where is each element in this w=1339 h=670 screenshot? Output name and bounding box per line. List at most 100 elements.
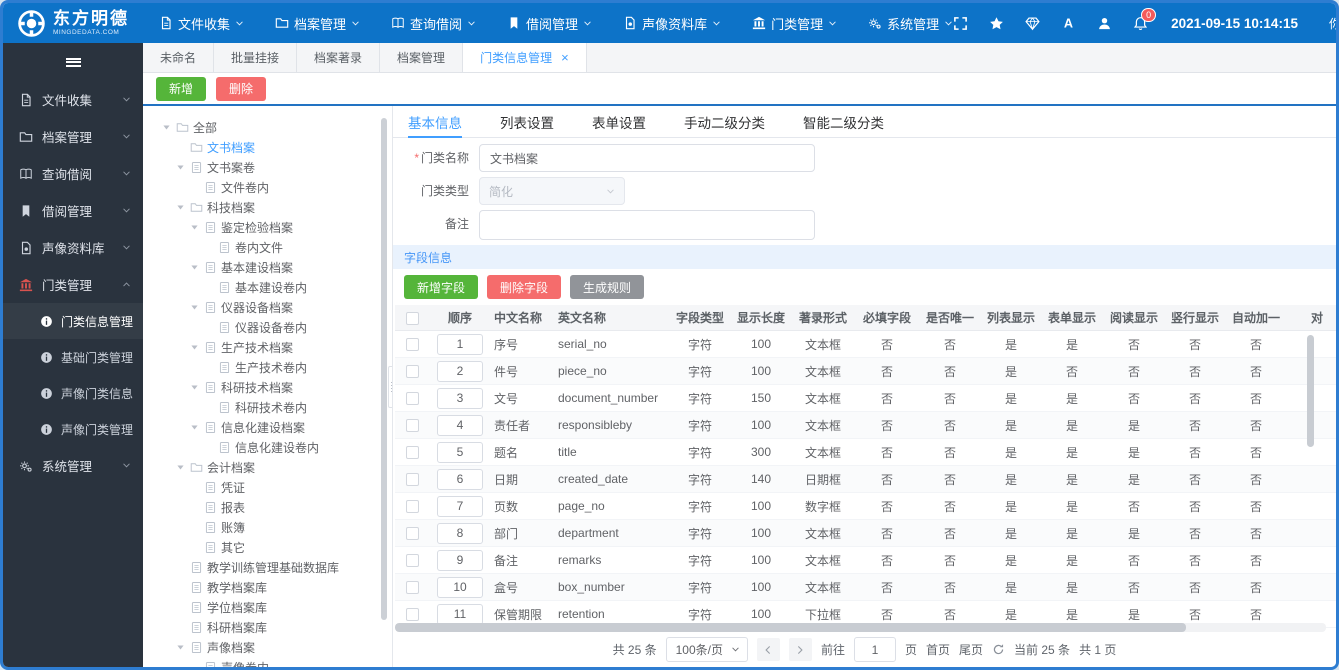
sidebar-item-archive-manage[interactable]: 档案管理 xyxy=(3,118,143,155)
order-input[interactable]: 10 xyxy=(437,576,483,598)
order-input[interactable]: 8 xyxy=(437,522,483,544)
fullscreen-button[interactable] xyxy=(953,16,968,31)
tree-item[interactable]: 文书档案 xyxy=(157,137,374,157)
order-input[interactable]: 11 xyxy=(437,603,483,625)
row-checkbox[interactable] xyxy=(405,527,419,541)
tree-item[interactable]: 教学档案库 xyxy=(157,577,374,597)
sidebar-item-query-borrow[interactable]: 查询借阅 xyxy=(3,155,143,192)
tree-item[interactable]: 学位档案库 xyxy=(157,597,374,617)
tree-item[interactable]: 会计档案 xyxy=(157,457,374,477)
detail-tab-5[interactable]: 智能二级分类 xyxy=(803,106,884,137)
tree-item[interactable]: 声像卷内 xyxy=(157,657,374,667)
tree-scrollbar[interactable] xyxy=(381,118,387,641)
star-button[interactable] xyxy=(989,16,1004,31)
order-input[interactable]: 2 xyxy=(437,360,483,382)
remark-textarea[interactable] xyxy=(479,210,815,240)
caret-down-icon[interactable] xyxy=(187,423,202,432)
tree-item[interactable]: 仪器设备卷内 xyxy=(157,317,374,337)
tree-item[interactable]: 科研技术卷内 xyxy=(157,397,374,417)
row-checkbox[interactable] xyxy=(405,392,419,406)
tree-item[interactable]: 文书案卷 xyxy=(157,157,374,177)
select-all-checkbox[interactable] xyxy=(405,311,419,325)
tree-item[interactable]: 信息化建设档案 xyxy=(157,417,374,437)
topnav-item[interactable]: 声像资料库 xyxy=(623,14,721,33)
table-horizontal-scrollbar[interactable] xyxy=(395,623,1326,632)
close-icon[interactable]: × xyxy=(561,51,569,64)
tab-2[interactable]: 批量挂接 xyxy=(214,43,298,72)
row-checkbox[interactable] xyxy=(405,500,419,514)
caret-down-icon[interactable] xyxy=(187,383,202,392)
order-input[interactable]: 1 xyxy=(437,333,483,355)
tree-item[interactable]: 声像档案 xyxy=(157,637,374,657)
tab-3[interactable]: 档案著录 xyxy=(297,43,381,72)
refresh-icon[interactable] xyxy=(992,643,1005,656)
detail-tab-2[interactable]: 列表设置 xyxy=(500,106,554,137)
order-input[interactable]: 9 xyxy=(437,549,483,571)
add-button[interactable]: 新增 xyxy=(156,76,207,101)
prev-page-button[interactable] xyxy=(756,638,780,661)
row-checkbox[interactable] xyxy=(405,338,419,352)
font-button[interactable]: A xyxy=(1061,16,1076,31)
tree-item[interactable]: 文件卷内 xyxy=(157,177,374,197)
menu-collapse-button[interactable] xyxy=(3,43,143,81)
sidebar-subitem-av-category-info[interactable]: 声像门类信息 xyxy=(3,375,143,411)
tree-item[interactable]: 报表 xyxy=(157,497,374,517)
tab-1[interactable]: 未命名 xyxy=(143,43,215,72)
goto-page-input[interactable] xyxy=(853,637,896,662)
next-page-button[interactable] xyxy=(788,638,812,661)
sidebar-item-borrow-manage[interactable]: 借阅管理 xyxy=(3,192,143,229)
first-page-link[interactable]: 首页 xyxy=(926,641,950,658)
sidebar-item-files-collect[interactable]: 文件收集 xyxy=(3,81,143,118)
tree-scrollbar-thumb[interactable] xyxy=(381,118,387,621)
caret-down-icon[interactable] xyxy=(187,303,202,312)
tree-item[interactable]: 科技档案 xyxy=(157,197,374,217)
delete-button[interactable]: 删除 xyxy=(216,76,267,101)
bell-button[interactable]: 0 xyxy=(1133,7,1157,31)
tree-item[interactable]: 信息化建设卷内 xyxy=(157,437,374,457)
sidebar-item-category-manage[interactable]: 门类管理 xyxy=(3,266,143,303)
row-checkbox[interactable] xyxy=(405,608,419,622)
sidebar-subitem-category-info-manage[interactable]: 门类信息管理 xyxy=(3,303,143,339)
tree-item[interactable]: 仪器设备档案 xyxy=(157,297,374,317)
page-size-select[interactable]: 100条/页 xyxy=(665,637,748,662)
tree-item[interactable]: 基本建设卷内 xyxy=(157,277,374,297)
sidebar-subitem-av-category-manage[interactable]: 声像门类管理 xyxy=(3,411,143,447)
add-field-button[interactable]: 新增字段 xyxy=(404,275,479,299)
topnav-item[interactable]: 系统管理 xyxy=(868,14,953,33)
caret-down-icon[interactable] xyxy=(173,643,188,652)
order-input[interactable]: 5 xyxy=(437,441,483,463)
tree-item[interactable]: 生产技术档案 xyxy=(157,337,374,357)
tab-4[interactable]: 档案管理 xyxy=(380,43,464,72)
tree-item[interactable]: 生产技术卷内 xyxy=(157,357,374,377)
tree-item[interactable]: 其它 xyxy=(157,537,374,557)
detail-tab-3[interactable]: 表单设置 xyxy=(592,106,646,137)
table-vertical-scrollbar[interactable] xyxy=(1307,335,1314,447)
topnav-item[interactable]: 门类管理 xyxy=(752,14,837,33)
topnav-item[interactable]: 借阅管理 xyxy=(507,14,592,33)
tree-item[interactable]: 教学训练管理基础数据库 xyxy=(157,557,374,577)
delete-field-button[interactable]: 删除字段 xyxy=(487,275,562,299)
gem-button[interactable] xyxy=(1025,16,1040,31)
topnav-item[interactable]: 档案管理 xyxy=(275,14,360,33)
row-checkbox[interactable] xyxy=(405,473,419,487)
tree-item[interactable]: 科研档案库 xyxy=(157,617,374,637)
topnav-item[interactable]: 查询借阅 xyxy=(391,14,476,33)
caret-down-icon[interactable] xyxy=(187,343,202,352)
tree-item[interactable]: 凭证 xyxy=(157,477,374,497)
caret-down-icon[interactable] xyxy=(187,223,202,232)
row-checkbox[interactable] xyxy=(405,581,419,595)
tree-item[interactable]: 基本建设档案 xyxy=(157,257,374,277)
caret-down-icon[interactable] xyxy=(173,463,188,472)
sidebar-item-system-manage[interactable]: 系统管理 xyxy=(3,447,143,484)
tree-item[interactable]: 账簿 xyxy=(157,517,374,537)
order-input[interactable]: 3 xyxy=(437,387,483,409)
caret-down-icon[interactable] xyxy=(173,163,188,172)
order-input[interactable]: 7 xyxy=(437,495,483,517)
caret-down-icon[interactable] xyxy=(159,123,174,132)
tree-item[interactable]: 卷内文件 xyxy=(157,237,374,257)
table-horizontal-scrollbar-thumb[interactable] xyxy=(395,623,1187,632)
tree-item[interactable]: 鉴定检验档案 xyxy=(157,217,374,237)
row-checkbox[interactable] xyxy=(405,446,419,460)
last-page-link[interactable]: 尾页 xyxy=(959,641,983,658)
tab-5[interactable]: 门类信息管理 × xyxy=(463,43,587,72)
